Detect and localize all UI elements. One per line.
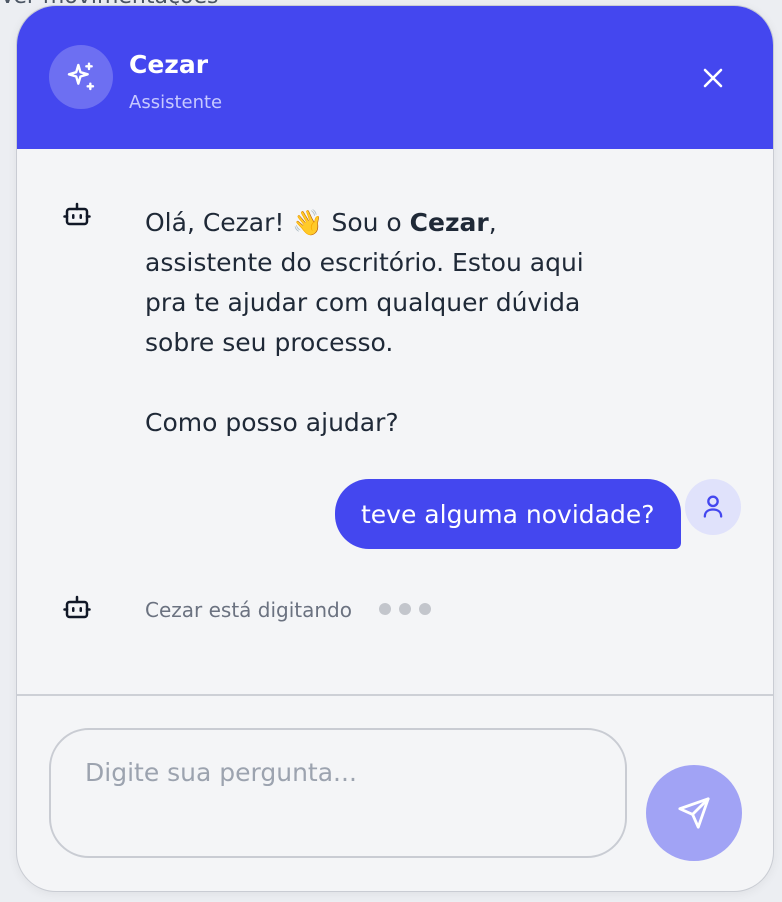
typing-dot <box>419 603 431 615</box>
send-icon <box>678 797 710 829</box>
assistant-name: Cezar <box>129 50 209 79</box>
close-icon <box>703 68 723 88</box>
greeting-question: Como posso ajudar? <box>145 408 399 437</box>
user-icon <box>703 495 723 518</box>
user-message: teve alguma novidade? <box>335 479 681 549</box>
message-list: Olá, Cezar! 👋 Sou o Cezar, assistente do… <box>17 149 773 696</box>
typing-dot <box>399 603 411 615</box>
chat-header: Cezar Assistente <box>17 6 773 149</box>
close-button[interactable] <box>693 58 733 98</box>
assistant-role: Assistente <box>129 92 223 113</box>
assistant-name-bold: Cezar <box>409 208 489 237</box>
greeting-mid: Sou o <box>323 208 410 237</box>
greeting-prefix: Olá, Cezar! <box>145 208 293 237</box>
assistant-avatar <box>49 45 113 109</box>
user-avatar <box>685 479 741 535</box>
sparkles-icon <box>67 62 95 91</box>
typing-dot <box>379 603 391 615</box>
message-input-container <box>49 728 627 858</box>
waving-hand-emoji: 👋 <box>292 208 324 237</box>
robot-icon <box>62 199 92 229</box>
message-input[interactable] <box>83 756 607 840</box>
send-button[interactable] <box>646 765 742 861</box>
chat-widget: Cezar Assistente Olá, Cezar! 👋 Sou o Cez… <box>16 5 774 892</box>
typing-indicator-text: Cezar está digitando <box>145 598 352 622</box>
robot-icon <box>62 592 92 622</box>
bot-message: Olá, Cezar! 👋 Sou o Cezar, assistente do… <box>145 203 625 443</box>
